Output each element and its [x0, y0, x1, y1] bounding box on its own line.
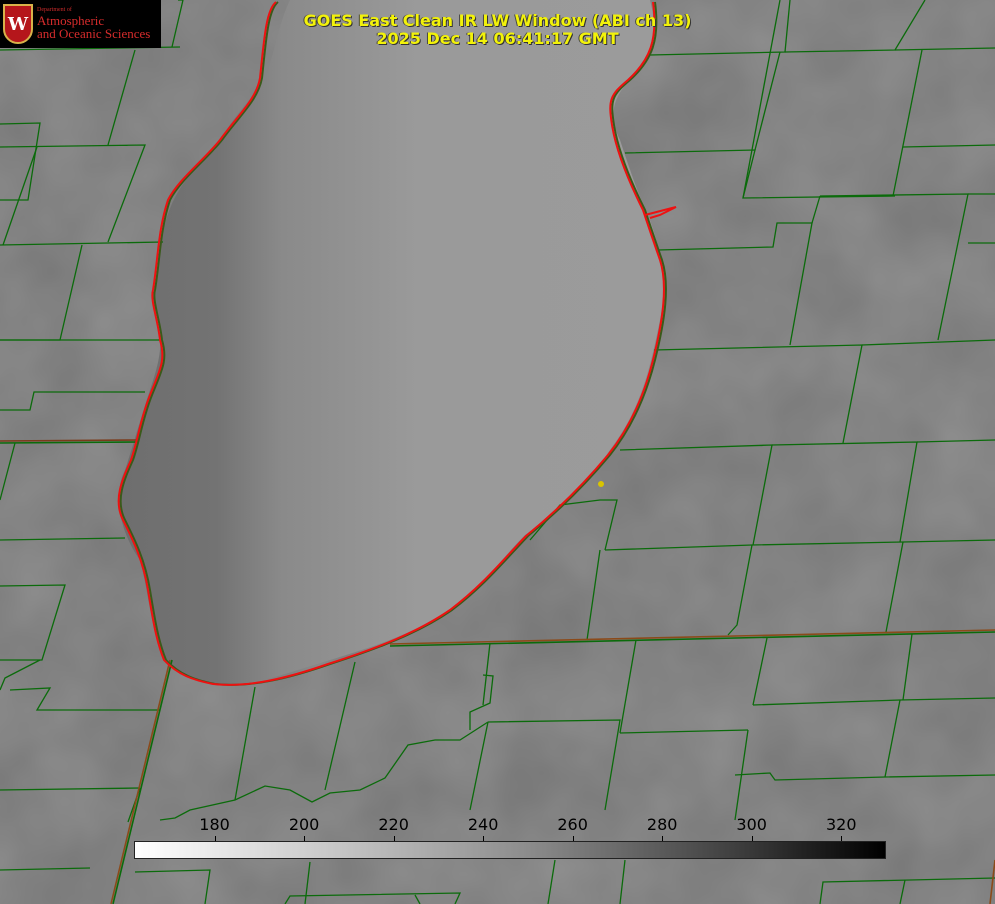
- station-marker: [598, 481, 604, 487]
- colorbar-tick-label: 300: [736, 815, 767, 834]
- colorbar: [134, 841, 886, 859]
- colorbar-tick-label: 280: [646, 815, 678, 834]
- uw-seal-icon: W: [3, 4, 33, 44]
- logo-line2: and Oceanic Sciences: [37, 26, 151, 42]
- title-timestamp: 2025 Dec 14 06:41:17 GMT: [376, 29, 619, 48]
- colorbar-tick-label: 180: [199, 815, 230, 834]
- uw-aos-logo: W Department of Atmospheric and Oceanic …: [0, 0, 161, 48]
- title-product: GOES East Clean IR LW Window (ABI ch 13): [303, 11, 692, 30]
- colorbar-tick-label: 200: [288, 815, 320, 834]
- colorbar-tick-label: 320: [825, 815, 857, 834]
- colorbar-tick-label: 240: [467, 815, 499, 834]
- colorbar-tick-label: 260: [557, 815, 588, 834]
- logo-line1: Atmospheric: [37, 12, 105, 28]
- satellite-map: [0, 0, 995, 904]
- colorbar-tick-label: 220: [378, 815, 409, 834]
